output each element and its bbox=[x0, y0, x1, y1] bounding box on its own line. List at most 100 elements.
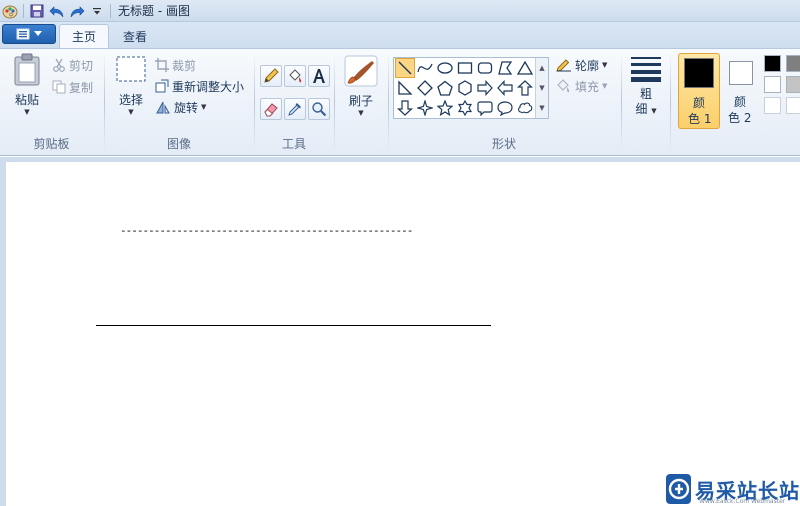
select-button[interactable]: 选择 ▼ bbox=[111, 55, 151, 127]
paint-bucket-icon bbox=[289, 69, 302, 83]
cloud-callout-shape-icon bbox=[518, 102, 533, 114]
rounded-rectangle-shape-icon bbox=[477, 62, 493, 74]
copy-icon bbox=[52, 80, 66, 94]
clipboard-group-label: 剪贴板 bbox=[33, 137, 70, 151]
resize-icon bbox=[155, 79, 169, 93]
menu-icon bbox=[16, 28, 30, 40]
shape-line[interactable] bbox=[395, 58, 415, 78]
shapes-gallery-scroller: ▲ ▼ ▼ bbox=[535, 58, 548, 118]
outline-button[interactable]: 轮廓 ▼ bbox=[556, 55, 607, 75]
color2-button[interactable]: 颜 色 2 bbox=[722, 53, 760, 129]
scissors-icon bbox=[53, 58, 65, 72]
palette-swatch[interactable] bbox=[764, 97, 781, 114]
title-bar: 无标题 - 画图 bbox=[0, 0, 800, 22]
polygon-shape-icon bbox=[498, 61, 513, 75]
customize-toolbar-icon[interactable] bbox=[87, 1, 107, 21]
magnifier-tool[interactable] bbox=[308, 98, 330, 120]
color-picker-tool[interactable] bbox=[284, 98, 306, 120]
gallery-scroll-up-icon[interactable]: ▲ bbox=[536, 58, 548, 78]
six-point-star-shape-icon bbox=[457, 100, 473, 116]
image-group-label: 图像 bbox=[166, 137, 191, 151]
tab-view[interactable]: 查看 bbox=[111, 24, 159, 48]
shape-down-arrow[interactable] bbox=[395, 98, 415, 118]
toolbar-separator bbox=[110, 3, 111, 18]
shape-hexagon[interactable] bbox=[455, 78, 475, 98]
curve-shape-icon bbox=[417, 63, 433, 73]
shapes-gallery: ▲ ▼ ▼ bbox=[393, 57, 549, 119]
chevron-down-icon: ▼ bbox=[602, 82, 608, 90]
shape-oval[interactable] bbox=[435, 58, 455, 78]
drawing-canvas[interactable]: ----------------------------------------… bbox=[6, 162, 800, 506]
dashed-line-drawing: ----------------------------------------… bbox=[120, 224, 413, 237]
shape-rounded-rectangle[interactable] bbox=[475, 58, 495, 78]
palette-swatch[interactable] bbox=[764, 55, 781, 72]
size-button[interactable]: 粗 细 ▼ bbox=[626, 55, 666, 127]
oval-callout-shape-icon bbox=[497, 101, 513, 116]
undo-icon[interactable] bbox=[47, 1, 67, 21]
pentagon-shape-icon bbox=[437, 80, 453, 96]
watermark-logo-icon bbox=[666, 474, 691, 504]
paste-button[interactable]: 粘贴 ▼ bbox=[8, 53, 46, 127]
gallery-expand-icon[interactable]: ▼ bbox=[536, 98, 548, 118]
left-arrow-shape-icon bbox=[497, 80, 513, 96]
chevron-down-icon: ▼ bbox=[24, 108, 30, 116]
brush-icon bbox=[344, 55, 378, 87]
copy-button[interactable]: 复制 bbox=[52, 77, 93, 97]
shape-right-arrow[interactable] bbox=[475, 78, 495, 98]
shape-curve[interactable] bbox=[415, 58, 435, 78]
tools-group-label: 工具 bbox=[281, 137, 306, 151]
palette-swatch[interactable] bbox=[786, 76, 800, 93]
toolbar-separator bbox=[23, 3, 24, 18]
fill-tool[interactable] bbox=[284, 65, 306, 87]
crop-icon bbox=[155, 58, 169, 72]
cut-button[interactable]: 剪切 bbox=[52, 55, 93, 75]
shape-oval-callout[interactable] bbox=[495, 98, 515, 118]
group-divider bbox=[670, 53, 671, 151]
ribbon-tab-row: 主页 查看 bbox=[0, 22, 800, 48]
shape-six-point-star[interactable] bbox=[455, 98, 475, 118]
brushes-button[interactable]: 刷子 ▼ bbox=[340, 55, 382, 127]
shape-up-arrow[interactable] bbox=[515, 78, 535, 98]
shape-five-point-star[interactable] bbox=[435, 98, 455, 118]
tools-group: 工具 bbox=[255, 49, 333, 155]
shape-right-triangle[interactable] bbox=[395, 78, 415, 98]
watermark: 易采站长站 Www.Easck.Com Webmaster bbox=[664, 472, 800, 506]
shape-diamond[interactable] bbox=[415, 78, 435, 98]
palette-swatch[interactable] bbox=[764, 76, 781, 93]
quick-access-toolbar bbox=[0, 0, 114, 22]
line-shape-icon bbox=[398, 61, 412, 75]
paste-icon bbox=[14, 53, 40, 86]
four-point-star-shape-icon bbox=[417, 100, 433, 116]
chevron-down-icon bbox=[34, 31, 42, 36]
shape-triangle[interactable] bbox=[515, 58, 535, 78]
shape-polygon[interactable] bbox=[495, 58, 515, 78]
color1-button[interactable]: 颜 色 1 bbox=[678, 53, 720, 129]
crop-button[interactable]: 裁剪 bbox=[155, 55, 196, 75]
shape-rectangle[interactable] bbox=[455, 58, 475, 78]
outline-pencil-icon bbox=[556, 59, 571, 72]
rotate-button[interactable]: 旋转 ▼ bbox=[155, 97, 206, 117]
shape-left-arrow[interactable] bbox=[495, 78, 515, 98]
pencil-tool[interactable] bbox=[260, 65, 282, 87]
shape-rounded-callout[interactable] bbox=[475, 98, 495, 118]
eraser-icon bbox=[264, 103, 278, 117]
gallery-scroll-down-icon[interactable]: ▼ bbox=[536, 78, 548, 98]
text-tool[interactable] bbox=[308, 65, 330, 87]
palette-swatch[interactable] bbox=[786, 55, 800, 72]
fill-style-button[interactable]: 填充 ▼ bbox=[556, 76, 607, 96]
tab-home[interactable]: 主页 bbox=[59, 24, 110, 48]
shape-four-point-star[interactable] bbox=[415, 98, 435, 118]
paint-app-icon[interactable] bbox=[0, 1, 20, 21]
eraser-tool[interactable] bbox=[260, 98, 282, 120]
resize-button[interactable]: 重新调整大小 bbox=[155, 76, 244, 96]
text-a-icon bbox=[313, 69, 325, 83]
shape-pentagon[interactable] bbox=[435, 78, 455, 98]
line-thickness-icon bbox=[631, 57, 661, 82]
redo-icon[interactable] bbox=[67, 1, 87, 21]
color1-swatch bbox=[684, 58, 714, 88]
save-icon[interactable] bbox=[27, 1, 47, 21]
paint-menu-button[interactable] bbox=[2, 24, 56, 44]
shape-cloud-callout[interactable] bbox=[515, 98, 535, 118]
palette-swatch[interactable] bbox=[786, 97, 800, 114]
right-triangle-shape-icon bbox=[398, 80, 413, 95]
